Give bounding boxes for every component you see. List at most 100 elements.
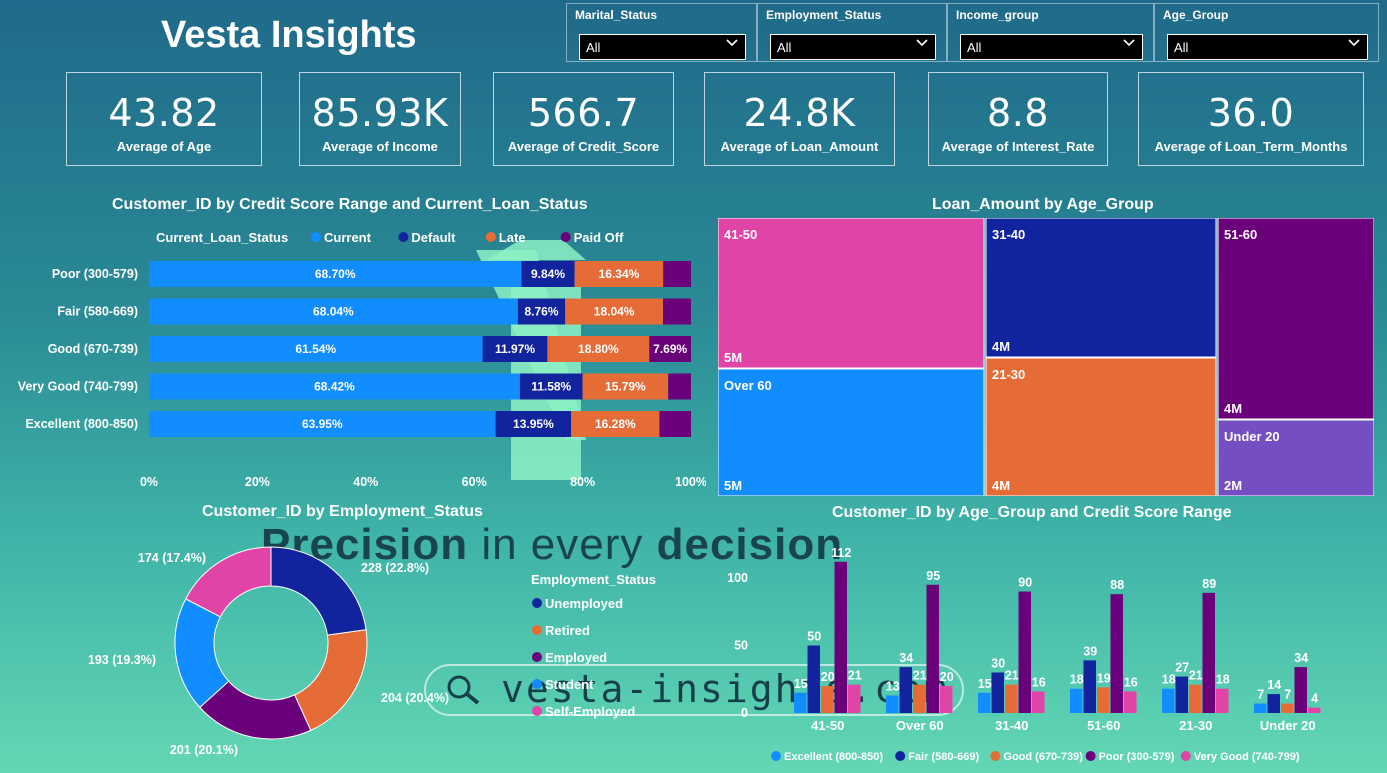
income-group-dropdown[interactable]: All xyxy=(960,34,1143,60)
data-label: 89 xyxy=(1202,577,1216,591)
donut-title: Customer_ID by Employment_Status xyxy=(202,503,483,520)
bar xyxy=(1032,691,1045,713)
slice-label: 174 (17.4%) xyxy=(138,551,206,565)
data-label: 18 xyxy=(1162,673,1176,687)
legend-marker xyxy=(560,232,571,242)
kpi-value: 85.93K xyxy=(311,91,449,135)
data-label: 21 xyxy=(1189,669,1203,683)
stacked-bar-chart: Current_Loan_Status Current Default Late Pai… xyxy=(18,230,706,489)
legend-marker xyxy=(771,751,781,761)
data-label: 11.97% xyxy=(495,342,535,356)
treemap-title: Loan_Amount by Age_Group xyxy=(932,196,1154,213)
category-label: Good (670-739) xyxy=(48,342,138,356)
slicer-marital-status: Marital_Status All xyxy=(566,3,757,62)
data-label: 16 xyxy=(1124,675,1138,689)
bar xyxy=(1018,591,1031,713)
bar xyxy=(913,684,926,713)
data-label: 27 xyxy=(1175,661,1189,675)
treemap-value-label: 5M xyxy=(724,350,742,365)
treemap-chart: 41-50 5M Over 60 5M 31-40 4M 21-30 4M 51-60 4M Und… xyxy=(718,218,1374,496)
slice-label: 193 (19.3%) xyxy=(88,653,156,667)
data-label: 112 xyxy=(831,546,851,560)
category-label: 31-40 xyxy=(995,718,1028,733)
bar xyxy=(899,667,912,713)
treemap-tile-label: 31-40 xyxy=(992,227,1025,242)
legend-label: Excellent (800-850) xyxy=(784,751,883,763)
dropdown-value: All xyxy=(777,40,792,55)
data-label: 61.54% xyxy=(295,342,336,356)
category-label: Fair (580-669) xyxy=(57,305,138,319)
data-label: 18.80% xyxy=(578,342,619,356)
legend-title: Employment_Status xyxy=(531,572,656,587)
data-label: 90 xyxy=(1018,576,1032,590)
category-label: 41-50 xyxy=(811,718,844,733)
x-tick-label: 60% xyxy=(462,475,487,489)
kpi-label: Average of Age xyxy=(116,139,212,154)
slicer-label: Age_Group xyxy=(1163,8,1229,22)
kpi-label: Average of Credit_Score xyxy=(507,139,660,154)
employment-status-dropdown[interactable]: All xyxy=(770,34,936,60)
legend-label: Student xyxy=(545,677,594,692)
marital-status-dropdown[interactable]: All xyxy=(579,34,746,60)
bar-segment xyxy=(659,411,691,437)
data-label: 63.95% xyxy=(302,417,343,431)
slicer-label: Income_group xyxy=(956,8,1039,22)
data-label: 95 xyxy=(926,569,940,583)
bar xyxy=(1162,688,1175,713)
kpi-value: 8.8 xyxy=(987,91,1049,135)
legend-label: Poor (300-579) xyxy=(1099,751,1175,763)
data-label: 8.76% xyxy=(525,305,559,319)
bar xyxy=(848,684,861,713)
kpi-card-loan-amount: 24.8K Average of Loan_Amount xyxy=(704,72,895,166)
kpi-label: Average of Loan_Term_Months xyxy=(1154,139,1348,154)
treemap-value-label: 4M xyxy=(992,478,1010,493)
data-label: 20 xyxy=(821,670,835,684)
bar xyxy=(1267,694,1280,713)
kpi-value: 24.8K xyxy=(743,91,856,135)
data-label: 39 xyxy=(1083,644,1097,658)
data-label: 68.42% xyxy=(314,380,355,394)
x-tick-label: 0% xyxy=(140,475,158,489)
bar xyxy=(1308,707,1321,713)
bar xyxy=(1254,703,1267,713)
treemap-value-label: 2M xyxy=(1224,478,1242,493)
slicer-age-group: Age_Group All xyxy=(1154,3,1379,62)
bar xyxy=(1083,660,1096,713)
legend-marker xyxy=(532,706,542,716)
chevron-down-icon xyxy=(1348,39,1360,47)
bar xyxy=(834,561,847,713)
category-label: Excellent (800-850) xyxy=(25,417,138,431)
data-label: 16.34% xyxy=(599,267,640,281)
legend-label: Retired xyxy=(545,623,590,638)
bar xyxy=(886,695,899,713)
data-label: 9.84% xyxy=(531,267,565,281)
kpi-label: Average of Income xyxy=(322,139,438,154)
data-label: 19 xyxy=(1097,671,1111,685)
data-label: 14 xyxy=(1267,678,1281,692)
age-group-dropdown[interactable]: All xyxy=(1167,34,1368,60)
data-label: 7.69% xyxy=(653,342,687,356)
chevron-down-icon xyxy=(726,39,738,47)
treemap-value-label: 4M xyxy=(992,339,1010,354)
data-label: 18 xyxy=(1070,673,1084,687)
treemap-tile-label: 51-60 xyxy=(1224,227,1257,242)
legend-label: Unemployed xyxy=(545,596,623,611)
legend-marker xyxy=(485,232,496,242)
bar-segment xyxy=(663,298,691,325)
data-label: 68.70% xyxy=(315,267,356,281)
clustered-bar-chart: 0501001550201122141-501334219520Over 601… xyxy=(727,546,1321,763)
data-label: 16.28% xyxy=(595,417,636,431)
data-label: 21 xyxy=(848,669,862,683)
y-tick-label: 50 xyxy=(734,639,748,653)
bar xyxy=(978,692,991,713)
donut-slice xyxy=(293,629,368,732)
data-label: 13 xyxy=(886,679,900,693)
kpi-value: 43.82 xyxy=(108,91,220,135)
kpi-card-age: 43.82 Average of Age xyxy=(66,72,262,166)
bar-segment xyxy=(663,261,691,287)
bar-segment xyxy=(668,373,691,400)
chevron-down-icon xyxy=(916,39,928,47)
x-tick-label: 20% xyxy=(245,475,270,489)
data-label: 21 xyxy=(913,669,927,683)
legend-marker xyxy=(990,751,1001,761)
